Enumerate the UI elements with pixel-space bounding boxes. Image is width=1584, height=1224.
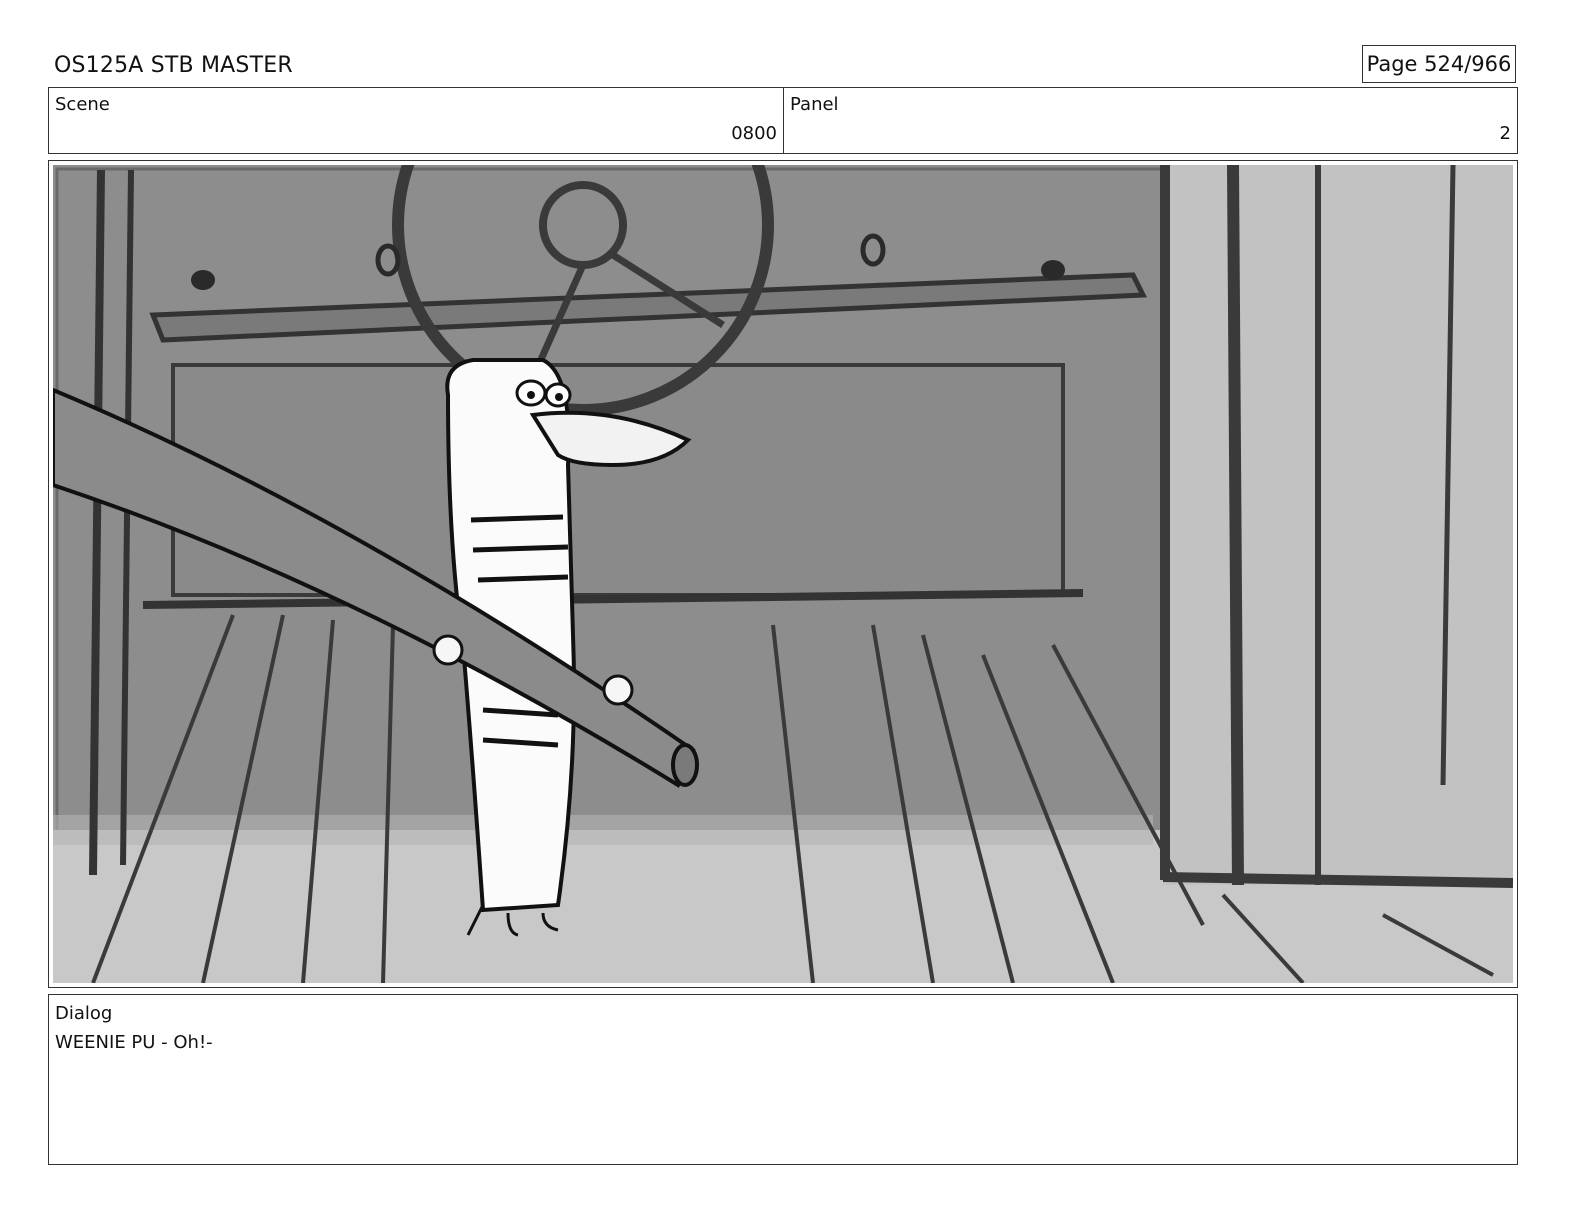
scene-cell: Scene 0800 — [49, 88, 784, 153]
scene-panel-row: Scene 0800 Panel 2 — [48, 87, 1518, 154]
scene-number: 0800 — [731, 123, 777, 144]
dialog-text: WEENIE PU - Oh!- — [55, 1032, 213, 1053]
page-indicator: Page 524/966 — [1362, 45, 1516, 83]
dialog-box: Dialog WEENIE PU - Oh!- — [48, 994, 1518, 1165]
panel-number: 2 — [1499, 123, 1511, 144]
scene-label: Scene — [55, 94, 110, 115]
panel-cell: Panel 2 — [784, 88, 1517, 153]
panel-label: Panel — [790, 94, 839, 115]
storyboard-sketch-image — [53, 165, 1513, 983]
document-title: OS125A STB MASTER — [54, 53, 293, 78]
storyboard-frame — [48, 160, 1518, 988]
dialog-label: Dialog — [55, 1003, 113, 1024]
